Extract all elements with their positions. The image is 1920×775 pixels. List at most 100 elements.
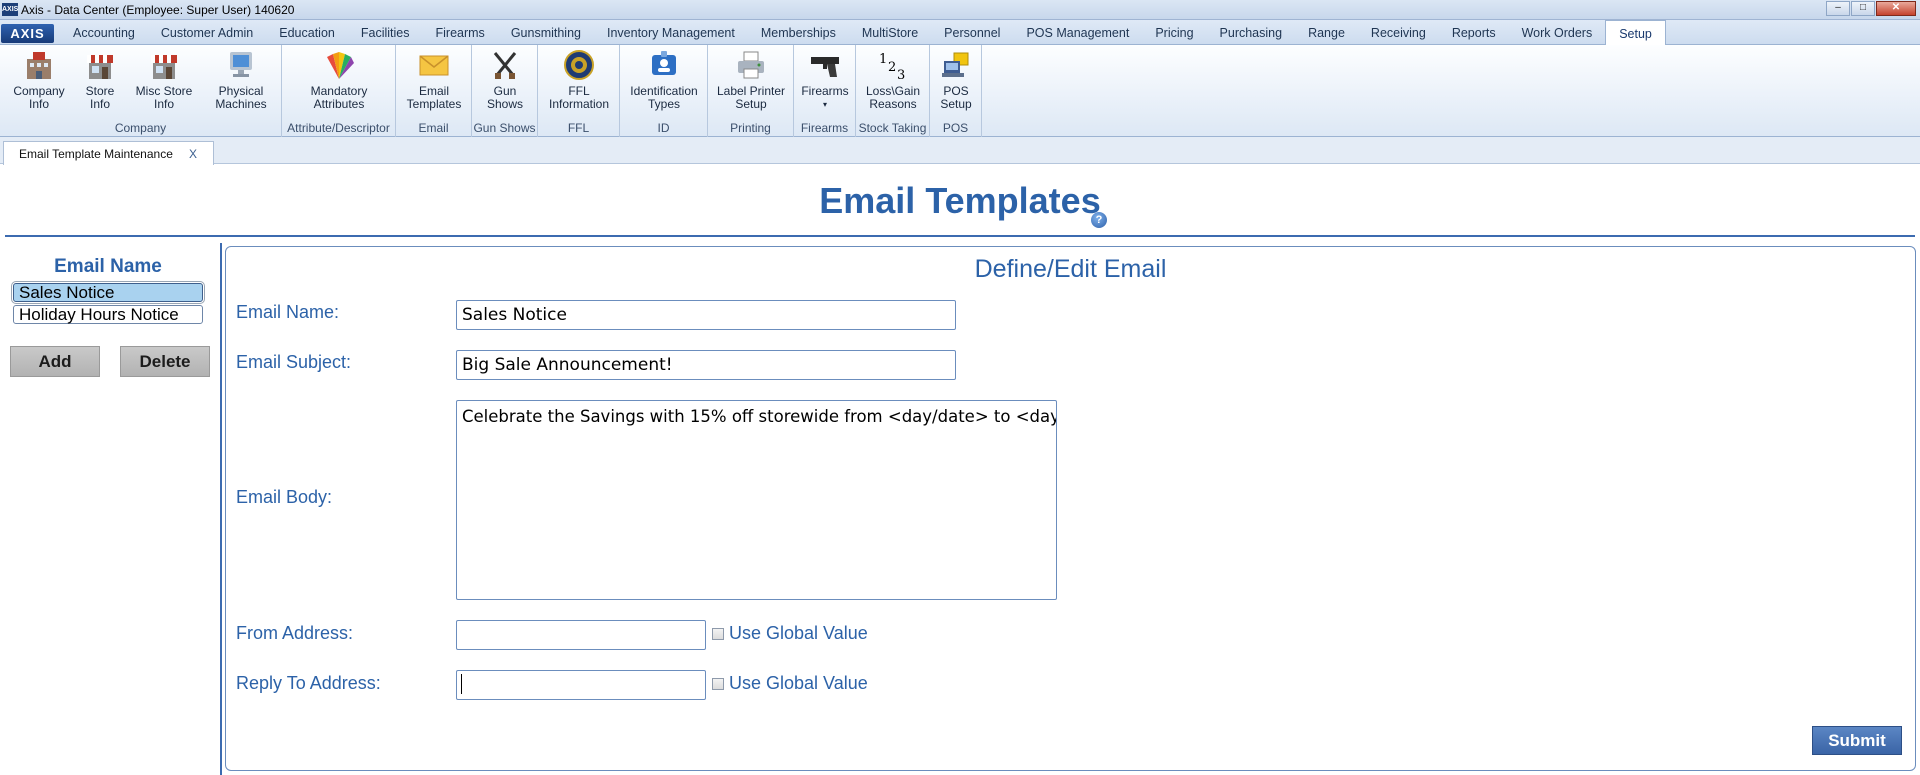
mandatory-attributes-button[interactable]: Mandatory Attributes [304, 49, 374, 111]
tab-pricing[interactable]: Pricing [1142, 20, 1206, 45]
email-templates-button[interactable]: Email Templates [402, 49, 466, 111]
ffl-information-label-2: Information [548, 97, 610, 111]
gun-shows-button[interactable]: Gun Shows [478, 49, 532, 111]
ribbon-group-label-stock-taking: Stock Taking [858, 121, 927, 135]
ribbon-group-label-pos: POS [942, 121, 969, 135]
firearms-dropdown-button[interactable]: Firearms ▾ [798, 49, 852, 111]
email-name-field[interactable]: Sales Notice [456, 300, 956, 330]
close-window-button[interactable]: ✕ [1876, 1, 1916, 16]
reply-use-global-label[interactable]: Use Global Value [729, 673, 868, 694]
ribbon-group-label-ffl: FFL [567, 121, 590, 135]
loss-gain-reasons-button[interactable]: 123 Loss\Gain Reasons [860, 49, 926, 111]
identification-types-label-2: Types [647, 97, 680, 111]
app-icon: AXIS [2, 3, 18, 16]
tab-range[interactable]: Range [1295, 20, 1358, 45]
tab-work-orders[interactable]: Work Orders [1509, 20, 1606, 45]
tab-personnel[interactable]: Personnel [931, 20, 1013, 45]
gun-shows-label-2: Shows [486, 97, 524, 111]
from-address-field[interactable] [456, 620, 706, 650]
pos-setup-label-2: Setup [940, 97, 972, 111]
pos-terminal-icon [940, 49, 972, 81]
email-subject-field[interactable]: Big Sale Announcement! [456, 350, 956, 380]
email-body-textarea[interactable]: Celebrate the Savings with 15% off store… [456, 400, 1057, 600]
delete-button[interactable]: Delete [120, 346, 210, 377]
list-item[interactable]: Holiday Hours Notice [13, 305, 203, 324]
svg-text:2: 2 [888, 60, 896, 75]
list-item[interactable]: Sales Notice [11, 281, 205, 304]
close-tab-icon[interactable]: X [189, 142, 197, 166]
ribbon-group-label-printing: Printing [730, 121, 771, 135]
ribbon-group-ffl: FFL Information FFL [538, 45, 620, 137]
submit-button[interactable]: Submit [1812, 726, 1902, 755]
tab-firearms[interactable]: Firearms [423, 20, 498, 45]
identification-types-button[interactable]: Identification Types [622, 49, 706, 111]
label-printer-setup-button[interactable]: Label Printer Setup [712, 49, 790, 111]
printer-icon [735, 49, 767, 81]
tab-memberships[interactable]: Memberships [748, 20, 849, 45]
email-subject-label: Email Subject: [236, 352, 352, 372]
tab-gunsmithing[interactable]: Gunsmithing [498, 20, 594, 45]
ribbon-group-label-id: ID [657, 121, 670, 135]
maximize-button[interactable]: □ [1851, 1, 1875, 16]
reply-to-address-field[interactable] [456, 670, 706, 700]
store-info-button[interactable]: Store Info [74, 49, 126, 111]
crossed-pistols-icon [489, 49, 521, 81]
doc-tab-email-template-maintenance[interactable]: Email Template Maintenance X [3, 141, 214, 165]
pos-setup-button[interactable]: POS Setup [934, 49, 978, 111]
ribbon-group-pos: POS Setup POS [930, 45, 982, 137]
panel-divider [220, 243, 222, 775]
company-info-label-2: Info [28, 97, 49, 111]
tab-receiving[interactable]: Receiving [1358, 20, 1439, 45]
main-menu-bar: AXIS Accounting Customer Admin Education… [0, 20, 1920, 46]
company-info-button[interactable]: Company Info [8, 49, 70, 111]
ribbon-group-email: Email Templates Email [396, 45, 472, 137]
firearms-label: Firearms [801, 84, 849, 98]
ribbon-group-firearms: Firearms ▾ Firearms [794, 45, 856, 137]
email-templates-label-2: Templates [406, 97, 462, 111]
add-button[interactable]: Add [10, 346, 100, 377]
tab-inventory-management[interactable]: Inventory Management [594, 20, 748, 45]
ribbon-group-label-attribute: Attribute/Descriptor [287, 121, 390, 135]
store-icon [84, 49, 116, 81]
ffl-information-button[interactable]: FFL Information [542, 49, 616, 111]
tab-pos-management[interactable]: POS Management [1013, 20, 1142, 45]
ribbon-group-id: Identification Types ID [620, 45, 708, 137]
email-name-label: Email Name: [236, 302, 340, 322]
svg-text:1: 1 [879, 52, 887, 67]
tab-reports[interactable]: Reports [1439, 20, 1509, 45]
axis-logo[interactable]: AXIS [1, 24, 54, 43]
ribbon: Company Info Store Info Misc Store Info … [0, 45, 1920, 137]
tab-facilities[interactable]: Facilities [348, 20, 423, 45]
loss-gain-reasons-label-2: Reasons [869, 97, 917, 111]
envelope-icon [418, 49, 450, 81]
ribbon-group-label-gun-shows: Gun Shows [473, 121, 536, 135]
physical-machines-button[interactable]: Physical Machines [208, 49, 274, 111]
reply-use-global-checkbox[interactable] [712, 678, 724, 690]
ribbon-group-company: Company Info Store Info Misc Store Info … [0, 45, 282, 137]
seal-icon [563, 49, 595, 81]
reply-to-address-label: Reply To Address: [236, 673, 381, 693]
tab-multistore[interactable]: MultiStore [849, 20, 931, 45]
tab-accounting[interactable]: Accounting [60, 20, 148, 45]
mandatory-attributes-label-2: Attributes [313, 97, 365, 111]
ribbon-group-attribute: Mandatory Attributes Attribute/Descripto… [282, 45, 396, 137]
from-use-global-checkbox[interactable] [712, 628, 724, 640]
minimize-button[interactable]: – [1826, 1, 1850, 16]
tab-education[interactable]: Education [266, 20, 348, 45]
menu-tabs: Accounting Customer Admin Education Faci… [60, 20, 1666, 46]
ribbon-group-label-firearms: Firearms [800, 121, 849, 135]
tab-setup[interactable]: Setup [1605, 20, 1666, 46]
ribbon-group-stock-taking: 123 Loss\Gain Reasons Stock Taking [856, 45, 930, 137]
from-use-global-label[interactable]: Use Global Value [729, 623, 868, 644]
ribbon-group-label-email: Email [418, 121, 449, 135]
pistol-icon [809, 49, 841, 81]
label-printer-setup-label-2: Setup [735, 97, 767, 111]
misc-store-info-label-2: Info [153, 97, 174, 111]
page-title: Email Templates [819, 180, 1101, 221]
store-icon [148, 49, 180, 81]
tab-purchasing[interactable]: Purchasing [1207, 20, 1296, 45]
computer-icon [225, 49, 257, 81]
misc-store-info-button[interactable]: Misc Store Info [130, 49, 198, 111]
help-icon[interactable]: ? [1091, 212, 1107, 228]
tab-customer-admin[interactable]: Customer Admin [148, 20, 266, 45]
